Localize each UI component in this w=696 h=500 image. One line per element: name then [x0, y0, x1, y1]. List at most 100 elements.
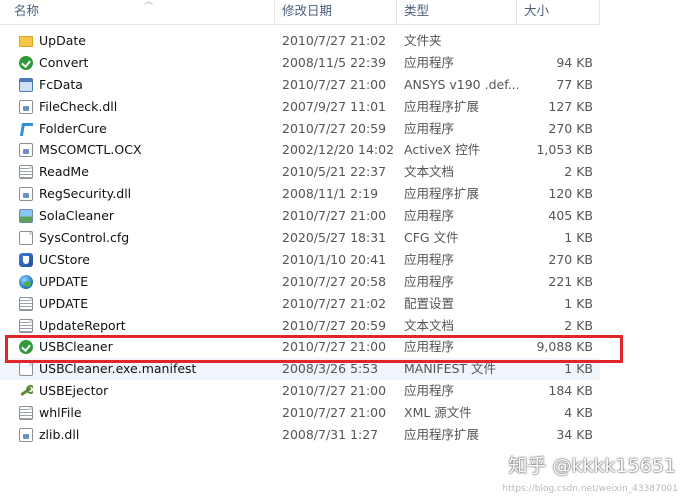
file-name: FileCheck.dll: [39, 98, 118, 114]
file-modified-date: 2008/11/1 2:19: [282, 186, 379, 202]
file-size: 184 KB: [548, 383, 593, 399]
file-type: 应用程序: [404, 54, 455, 70]
file-row[interactable]: Convert 2008/11/5 22:39 应用程序 94 KB: [0, 52, 600, 74]
wrench-icon: [19, 384, 33, 399]
file-type: 文本文档: [404, 164, 455, 180]
file-name: MSCOMCTL.OCX: [39, 142, 142, 158]
file-modified-date: 2010/7/27 21:00: [282, 339, 387, 355]
file-size: 221 KB: [548, 273, 593, 289]
dll-icon: [19, 99, 33, 114]
file-modified-date: 2010/7/27 21:02: [282, 295, 387, 311]
file-row[interactable]: RegSecurity.dll 2008/11/1 2:19 应用程序扩展 120 K…: [0, 183, 600, 205]
file-size: 270 KB: [548, 120, 593, 136]
column-header-size[interactable]: 大小: [524, 0, 594, 24]
file-type: 应用程序: [404, 251, 455, 267]
file-row[interactable]: USBEjector 2010/7/27 21:00 应用程序 184 KB: [0, 380, 600, 402]
file-type: 应用程序: [404, 273, 455, 289]
dll-icon: [19, 143, 33, 158]
file-name: USBCleaner: [39, 339, 113, 355]
file-row[interactable]: SolaCleaner 2010/7/27 21:00 应用程序 405 KB: [0, 205, 600, 227]
file-row[interactable]: SysControl.cfg 2020/5/27 18:31 CFG 文件 1 KB: [0, 227, 600, 249]
file-name: RegSecurity.dll: [39, 186, 132, 202]
file-row[interactable]: FcData 2010/7/27 21:00 ANSYS v190 .def... 7…: [0, 74, 600, 96]
file-row[interactable]: UPDATE 2010/7/27 21:02 配置设置 1 KB: [0, 293, 600, 315]
file-row[interactable]: zlib.dll 2008/7/31 1:27 应用程序扩展 34 KB: [0, 424, 600, 446]
column-divider[interactable]: [599, 0, 600, 24]
file-modified-date: 2002/12/20 14:02: [282, 142, 395, 158]
file-row[interactable]: FolderCure 2010/7/27 20:59 应用程序 270 KB: [0, 118, 600, 140]
file-modified-date: 2010/7/27 21:00: [282, 208, 387, 224]
file-row[interactable]: UpDate 2010/7/27 21:02 文件夹: [0, 30, 600, 52]
file-row[interactable]: USBCleaner.exe.manifest 2008/3/26 5:53 MAN…: [0, 358, 600, 381]
file-size: 9,088 KB: [536, 339, 593, 355]
file-size: [520, 30, 593, 52]
file-modified-date: 2008/7/31 1:27: [282, 427, 379, 443]
file-type: 应用程序扩展: [404, 186, 480, 202]
file-size: 270 KB: [548, 251, 593, 267]
file-name: SolaCleaner: [39, 208, 115, 224]
file-modified-date: 2008/3/26 5:53: [282, 361, 379, 377]
text-document-icon: [19, 406, 33, 421]
file-row[interactable]: whlFile 2010/7/27 21:00 XML 源文件 4 KB: [0, 402, 600, 424]
file-modified-date: 2010/7/27 21:00: [282, 76, 387, 92]
file-row[interactable]: FileCheck.dll 2007/9/27 11:01 应用程序扩展 127 KB: [0, 96, 600, 118]
file-row[interactable]: UCStore 2010/1/10 20:41 应用程序 270 KB: [0, 249, 600, 271]
column-header-modified[interactable]: 修改日期: [282, 0, 392, 24]
column-header-name[interactable]: 名称: [14, 0, 134, 24]
sort-up-icon: ︿: [144, 0, 154, 7]
file-size: 2 KB: [564, 164, 593, 180]
file-row[interactable]: ReadMe 2010/5/21 22:37 文本文档 2 KB: [0, 161, 600, 183]
file-size: 127 KB: [548, 98, 593, 114]
globe-icon: [19, 274, 33, 289]
file-name: whlFile: [39, 405, 82, 421]
file-type: 应用程序: [404, 383, 455, 399]
file-modified-date: 2010/1/10 20:41: [282, 251, 387, 267]
file-size: 1 KB: [564, 230, 593, 246]
file-name: UpdateReport: [39, 317, 126, 333]
file-modified-date: 2020/5/27 18:31: [282, 230, 387, 246]
file-type: 文件夹: [404, 33, 442, 48]
file-type: ActiveX 控件: [404, 142, 481, 158]
file-name: SysControl.cfg: [39, 230, 130, 246]
blue-shield-icon: [19, 252, 33, 267]
file-row[interactable]: UPDATE 2010/7/27 20:58 应用程序 221 KB: [0, 271, 600, 293]
file-size: 77 KB: [556, 76, 593, 92]
column-header-type[interactable]: 类型: [404, 0, 514, 24]
file-size: 405 KB: [548, 208, 593, 224]
file-type: 配置设置: [404, 295, 455, 311]
file-size: 1 KB: [564, 361, 593, 377]
file-size: 120 KB: [548, 186, 593, 202]
file-list: UpDate 2010/7/27 21:02 文件夹 Convert 2008/11/5…: [0, 30, 600, 446]
watermark-url: https://blog.csdn.net/weixin_43387001: [502, 484, 678, 494]
file-modified-date: 2010/7/27 20:58: [282, 273, 387, 289]
file-name: USBEjector: [39, 383, 109, 399]
file-type: 应用程序: [404, 208, 455, 224]
file-size: 94 KB: [556, 54, 593, 70]
file-type: 应用程序: [404, 120, 455, 136]
dll-icon: [19, 187, 33, 202]
file-name: FolderCure: [39, 120, 107, 136]
file-type: ANSYS v190 .def...: [404, 76, 518, 92]
green-app-icon: [19, 340, 33, 355]
column-divider[interactable]: [516, 0, 517, 24]
file-modified-date: 2010/7/27 20:59: [282, 317, 387, 333]
watermark: 知乎 @kkkk15651: [508, 455, 677, 477]
file-modified-date: 2010/7/27 21:00: [282, 405, 387, 421]
file-row[interactable]: MSCOMCTL.OCX 2002/12/20 14:02 ActiveX 控件 1,…: [0, 139, 600, 161]
column-divider[interactable]: [274, 0, 275, 24]
green-app-icon: [19, 55, 33, 70]
file-size: 1,053 KB: [536, 142, 593, 158]
file-name: Convert: [39, 54, 89, 70]
file-type: CFG 文件: [404, 230, 459, 246]
file-modified-date: 2010/5/21 22:37: [282, 164, 387, 180]
file-row[interactable]: UpdateReport 2010/7/27 20:59 文本文档 2 KB: [0, 315, 600, 337]
file-row[interactable]: USBCleaner 2010/7/27 21:00 应用程序 9,088 KB: [0, 336, 600, 358]
column-divider[interactable]: [396, 0, 397, 24]
file-name: UpDate: [39, 33, 86, 48]
file-size: 4 KB: [564, 405, 593, 421]
file-type: 应用程序扩展: [404, 98, 480, 114]
file-name: UPDATE: [39, 295, 89, 311]
file-modified-date: 2008/11/5 22:39: [282, 54, 387, 70]
text-document-icon: [19, 165, 33, 180]
file-size: 2 KB: [564, 317, 593, 333]
